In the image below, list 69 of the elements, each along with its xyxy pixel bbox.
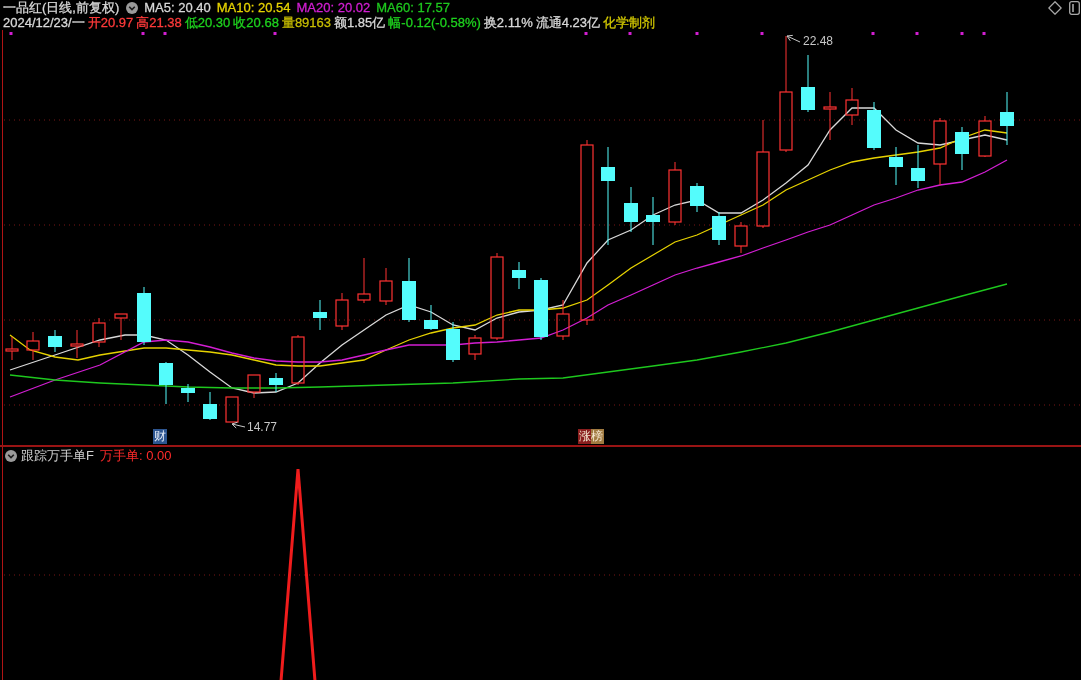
candlestick — [867, 101, 881, 151]
indicator-title: 跟踪万手单F — [21, 446, 94, 465]
candlestick — [712, 211, 726, 246]
candlestick — [624, 186, 638, 233]
candlestick — [225, 396, 239, 423]
candlestick — [402, 257, 416, 323]
quote-field: 换2.11% — [483, 15, 533, 30]
candlestick — [889, 146, 903, 186]
quote-field: 2024/12/23/一 — [3, 15, 85, 30]
quote-field: 流通4.23亿 — [535, 15, 601, 30]
candlestick — [114, 313, 128, 341]
ma-value: MA60: 17.57 — [376, 0, 450, 15]
candlestick — [823, 91, 837, 141]
candlestick — [955, 126, 969, 171]
chevron-circle-icon[interactable] — [126, 1, 139, 14]
candlestick — [92, 317, 106, 348]
candlestick — [313, 299, 327, 331]
candlestick — [424, 304, 438, 331]
candlestick — [269, 372, 283, 393]
candlestick — [5, 336, 19, 361]
candlestick — [534, 277, 548, 341]
quote-field: 幅-0.12(-0.58%) — [388, 15, 481, 30]
candlestick — [70, 329, 84, 359]
candlestick — [1000, 91, 1014, 146]
candlestick — [26, 331, 40, 361]
candlestick — [48, 329, 62, 353]
stock-title: 一品红(日线,前复权) — [3, 0, 120, 15]
candlestick — [446, 321, 460, 363]
candlestick — [247, 374, 261, 399]
candlestick — [137, 286, 151, 346]
candlestick — [556, 299, 570, 341]
candlestick — [181, 383, 195, 403]
candlestick — [468, 334, 482, 361]
event-tag[interactable]: 财 — [153, 429, 167, 444]
quote-field: 额1.85亿 — [334, 15, 386, 30]
candlestick — [845, 87, 859, 126]
candlestick — [690, 182, 704, 213]
ma-value: MA5: 20.40 — [144, 0, 211, 15]
candlestick — [159, 361, 173, 405]
quote-field: 量89163 — [281, 15, 332, 30]
quote-field: 开20.97 — [87, 15, 134, 30]
panel-icon[interactable] — [1069, 0, 1080, 15]
candlestick — [357, 257, 371, 304]
candlestick — [933, 117, 947, 186]
leader-arrow — [231, 421, 246, 429]
price-label: 14.77 — [247, 420, 278, 434]
candlestick — [978, 115, 992, 158]
leader-arrow — [786, 34, 801, 43]
candlestick — [801, 54, 815, 113]
candlestick — [512, 261, 526, 290]
indicator-value: 万手单: 0.00 — [99, 446, 172, 465]
candlestick — [291, 334, 305, 386]
ma-value: MA10: 20.54 — [216, 0, 291, 15]
candlestick — [379, 267, 393, 306]
candlestick — [335, 292, 349, 331]
quote-field: 收20.68 — [233, 15, 279, 30]
quote-field: 低20.30 — [184, 15, 231, 30]
candlestick — [646, 196, 660, 246]
quote-field: 高21.38 — [136, 15, 182, 30]
candlestick — [911, 144, 925, 189]
price-label: 22.48 — [803, 34, 834, 48]
ma-value: MA20: 20.02 — [296, 0, 371, 15]
candlestick — [203, 391, 217, 421]
candlestick — [734, 221, 748, 254]
candlestick — [668, 161, 682, 226]
event-tag[interactable]: 涨榜 — [578, 429, 604, 444]
chevron-circle-icon[interactable] — [5, 449, 17, 462]
diamond-icon[interactable] — [1048, 0, 1062, 15]
quote-field: 化学制剂 — [603, 15, 656, 30]
